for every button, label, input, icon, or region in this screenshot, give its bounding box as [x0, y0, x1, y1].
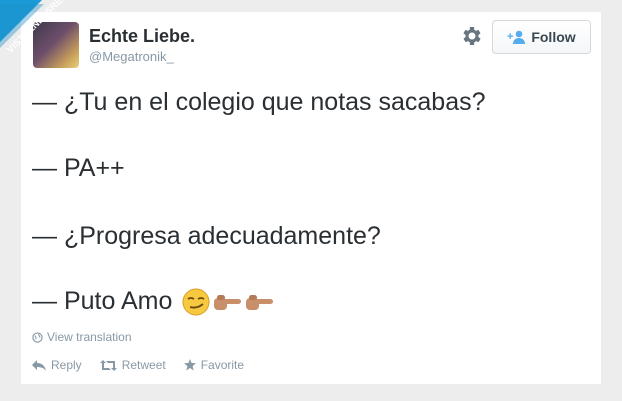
- tweet-card: Echte Liebe. @Megatronik_ + Follow — ¿Tu…: [21, 12, 601, 384]
- svg-text:+: +: [507, 31, 513, 43]
- tweet-line-text: — Puto Amo: [32, 287, 173, 315]
- tweet-line: — ¿Progresa adecuadamente?: [32, 222, 381, 250]
- retweet-icon: [99, 359, 117, 371]
- reply-button[interactable]: Reply: [32, 358, 82, 372]
- vistoenlasredes-badge: VISTOENLASREDES: [0, 0, 79, 56]
- pointing-right-emoji: [246, 294, 274, 310]
- favorite-label: Favorite: [200, 358, 245, 372]
- emoji-group: [182, 288, 274, 316]
- follow-label: Follow: [531, 29, 576, 45]
- add-user-icon: +: [507, 30, 526, 44]
- tweet-line-with-emoji: — Puto Amo: [32, 287, 274, 316]
- star-icon: [183, 359, 196, 371]
- view-translation-link[interactable]: View translation: [32, 330, 132, 344]
- reply-icon: [32, 359, 46, 371]
- tweet-actions: Reply Retweet Favorite: [32, 358, 244, 372]
- globe-icon: [32, 331, 43, 343]
- retweet-label: Retweet: [121, 358, 166, 372]
- pointing-right-emoji: [214, 294, 242, 310]
- favorite-button[interactable]: Favorite: [183, 358, 245, 372]
- gear-icon[interactable]: [459, 24, 483, 48]
- view-translation-label: View translation: [47, 330, 132, 344]
- retweet-button[interactable]: Retweet: [99, 358, 166, 372]
- tweet-line: — PA++: [32, 154, 125, 182]
- reply-label: Reply: [51, 358, 82, 372]
- smirking-face-emoji: [182, 288, 210, 315]
- follow-button[interactable]: + Follow: [492, 20, 591, 54]
